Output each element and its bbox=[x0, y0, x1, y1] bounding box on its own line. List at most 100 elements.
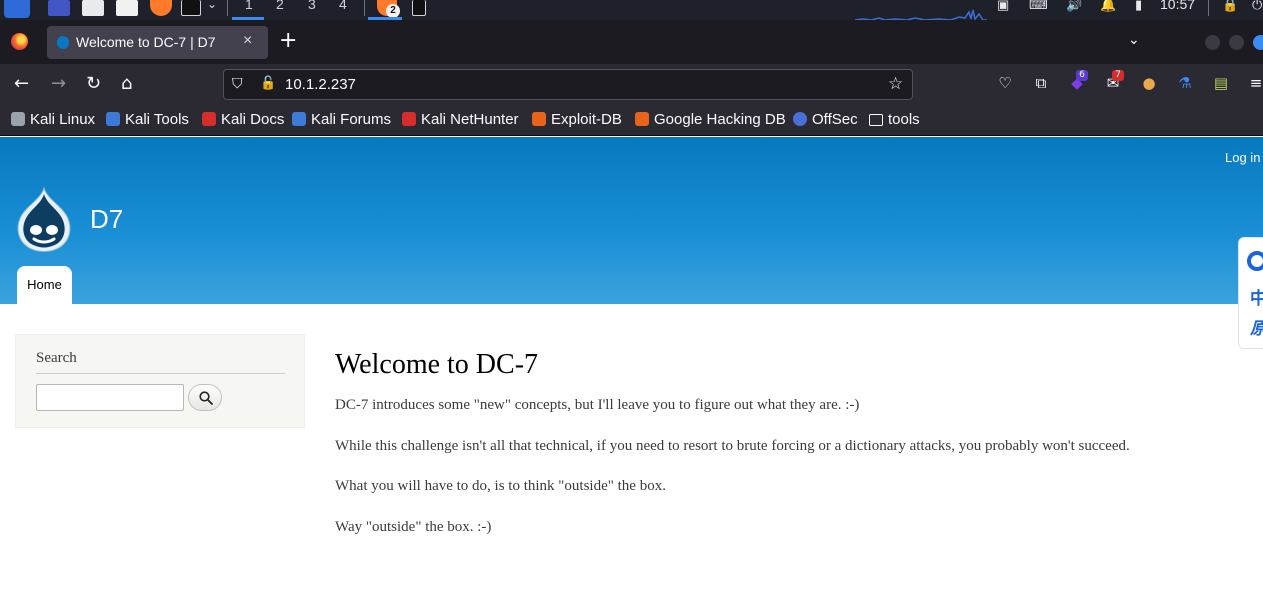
home-icon[interactable]: ⌂ bbox=[121, 73, 132, 95]
bookmark-label: Kali Forums bbox=[311, 111, 392, 128]
keyboard-icon[interactable]: ⌨ bbox=[1029, 0, 1048, 13]
firefox-window-count-badge: 2 bbox=[386, 4, 400, 18]
maximize-window-button[interactable] bbox=[1229, 35, 1244, 50]
insecure-lock-icon[interactable]: 🔓 bbox=[260, 76, 276, 91]
firefox-view-icon[interactable] bbox=[11, 33, 28, 50]
tab-title: Welcome to DC-7 | D7 bbox=[76, 34, 216, 50]
lock-screen-icon[interactable]: 🔒 bbox=[1222, 0, 1238, 13]
search-input[interactable] bbox=[36, 384, 184, 411]
bookmark-folder-tools[interactable]: tools bbox=[869, 111, 920, 128]
bookmark-offsec[interactable]: OffSec bbox=[793, 111, 858, 128]
kali-tools-icon bbox=[106, 112, 120, 126]
nethunter-icon bbox=[402, 112, 416, 126]
clock[interactable]: 10:57 bbox=[1160, 0, 1195, 12]
notifications-bell-icon[interactable]: 🔔 bbox=[1100, 0, 1116, 13]
file-manager-icon[interactable] bbox=[48, 0, 70, 16]
minimize-window-button[interactable] bbox=[1205, 35, 1220, 50]
offsec-icon bbox=[793, 112, 807, 126]
workspace-3-button[interactable]: 3 bbox=[308, 0, 316, 12]
bookmark-label: Kali NetHunter bbox=[421, 111, 519, 128]
new-tab-button[interactable]: + bbox=[279, 29, 297, 53]
bookmark-label: OffSec bbox=[812, 111, 858, 128]
kali-docs-icon bbox=[202, 112, 216, 126]
pocket-icon[interactable]: ♡ bbox=[996, 74, 1014, 92]
site-header: Log in D7 Home bbox=[0, 137, 1263, 304]
bookmark-kali-linux[interactable]: Kali Linux bbox=[11, 111, 95, 128]
nav-tab-home[interactable]: Home bbox=[17, 266, 72, 304]
os-taskbar: ⌄ 1 2 3 4 2 ▣ ⌨ 🔊 🔔 ▮ 10:57 🔒 ⏻ bbox=[0, 0, 1263, 20]
ghdb-icon bbox=[635, 112, 649, 126]
purple-extension-icon[interactable]: ◆ 6 bbox=[1068, 70, 1088, 92]
bookmark-kali-nethunter[interactable]: Kali NetHunter bbox=[402, 111, 519, 128]
url-bar[interactable]: ⛉ 🔓 10.1.2.237 ☆ bbox=[223, 69, 913, 100]
terminal-launcher-icon[interactable] bbox=[181, 0, 201, 16]
body-paragraph: What you will have to do, is to think "o… bbox=[335, 478, 666, 494]
firefox-launcher-icon[interactable] bbox=[150, 0, 172, 16]
hamburger-menu-icon[interactable]: ≡ bbox=[1247, 74, 1263, 92]
reload-icon[interactable]: ↻ bbox=[86, 73, 101, 95]
browser-navigation-bar: ← → ↻ ⌂ ⛉ 🔓 10.1.2.237 ☆ ♡ ⧉ ◆ 6 ✉ 7 ● ⚗… bbox=[0, 64, 1263, 105]
drupal-drop-logo-icon[interactable] bbox=[14, 186, 74, 252]
exploit-db-icon bbox=[532, 112, 546, 126]
body-paragraph: While this challenge isn't all that tech… bbox=[335, 438, 1130, 454]
taskbar-separator bbox=[227, 0, 228, 16]
bookmark-kali-forums[interactable]: Kali Forums bbox=[292, 111, 391, 128]
browser-tab-strip: Welcome to DC-7 | D7 × + ⌄ bbox=[0, 20, 1263, 64]
kali-forums-icon bbox=[292, 112, 306, 126]
extension-badge: 7 bbox=[1112, 70, 1124, 81]
launcher-dropdown-icon[interactable]: ⌄ bbox=[207, 0, 217, 11]
body-paragraph: Way "outside" the box. :-) bbox=[335, 519, 492, 535]
search-block-heading: Search bbox=[36, 350, 77, 366]
bookmarks-toolbar: Kali Linux Kali Tools Kali Docs Kali For… bbox=[0, 105, 1263, 136]
search-submit-button[interactable] bbox=[188, 384, 222, 411]
terminal-window-button[interactable] bbox=[412, 0, 426, 16]
bookmark-star-icon[interactable]: ☆ bbox=[888, 74, 903, 94]
workspace-2-button[interactable]: 2 bbox=[276, 0, 284, 12]
bookmark-label: Exploit-DB bbox=[551, 111, 622, 128]
body-paragraph: DC-7 introduces some "new" concepts, but… bbox=[335, 397, 860, 413]
bookmark-kali-docs[interactable]: Kali Docs bbox=[202, 111, 284, 128]
tab-close-icon[interactable]: × bbox=[243, 32, 252, 50]
bookmark-kali-tools[interactable]: Kali Tools bbox=[106, 111, 189, 128]
cookie-extension-icon[interactable]: ● bbox=[1140, 74, 1158, 92]
extension-badge: 6 bbox=[1076, 70, 1088, 81]
taskbar-separator bbox=[364, 0, 365, 16]
heading-divider bbox=[36, 373, 285, 374]
close-window-button[interactable] bbox=[1253, 35, 1263, 50]
kali-menu-icon[interactable] bbox=[4, 0, 30, 18]
page-title: Welcome to DC-7 bbox=[335, 349, 539, 380]
back-arrow-icon[interactable]: ← bbox=[14, 73, 29, 95]
floating-translate-widget[interactable]: 中 原 bbox=[1238, 237, 1263, 349]
kali-dragon-icon bbox=[11, 112, 25, 126]
login-link[interactable]: Log in bbox=[1225, 150, 1260, 165]
bookmark-exploit-db[interactable]: Exploit-DB bbox=[532, 111, 622, 128]
site-name[interactable]: D7 bbox=[90, 204, 123, 235]
list-all-tabs-icon[interactable]: ⌄ bbox=[1128, 32, 1140, 48]
wappalyzer-extension-icon[interactable]: ⚗ bbox=[1176, 74, 1194, 92]
widget-text-line: 原 bbox=[1250, 314, 1263, 339]
forward-arrow-icon[interactable]: → bbox=[51, 73, 66, 95]
volume-icon[interactable]: 🔊 bbox=[1066, 0, 1082, 13]
workspace-1-button[interactable]: 1 bbox=[245, 0, 253, 12]
text-editor-icon[interactable] bbox=[82, 0, 104, 16]
tab-welcome-dc7[interactable]: Welcome to DC-7 | D7 × bbox=[47, 26, 268, 59]
widget-logo-icon bbox=[1247, 251, 1263, 271]
storage-icon[interactable]: ▣ bbox=[997, 0, 1009, 13]
battery-icon[interactable]: ▮ bbox=[1135, 0, 1142, 13]
bookmark-label: Google Hacking DB bbox=[654, 111, 786, 128]
search-icon bbox=[199, 391, 213, 405]
search-block: Search bbox=[15, 334, 305, 428]
bookmark-label: Kali Linux bbox=[30, 111, 96, 128]
power-icon[interactable]: ⏻ bbox=[1252, 0, 1262, 13]
notes-app-icon[interactable] bbox=[116, 0, 138, 16]
notes-extension-icon[interactable]: ▤ bbox=[1212, 74, 1230, 92]
bookmark-google-hacking-db[interactable]: Google Hacking DB bbox=[635, 111, 786, 128]
folder-icon bbox=[869, 114, 883, 126]
mail-extension-icon[interactable]: ✉ 7 bbox=[1104, 70, 1124, 92]
url-text[interactable]: 10.1.2.237 bbox=[285, 76, 356, 93]
network-graph-icon bbox=[855, 9, 987, 20]
tracking-protection-shield-icon[interactable]: ⛉ bbox=[232, 76, 243, 92]
workspace-4-button[interactable]: 4 bbox=[339, 0, 347, 12]
extensions-puzzle-icon[interactable]: ⧉ bbox=[1032, 74, 1050, 92]
widget-text-line: 中 bbox=[1250, 289, 1263, 309]
